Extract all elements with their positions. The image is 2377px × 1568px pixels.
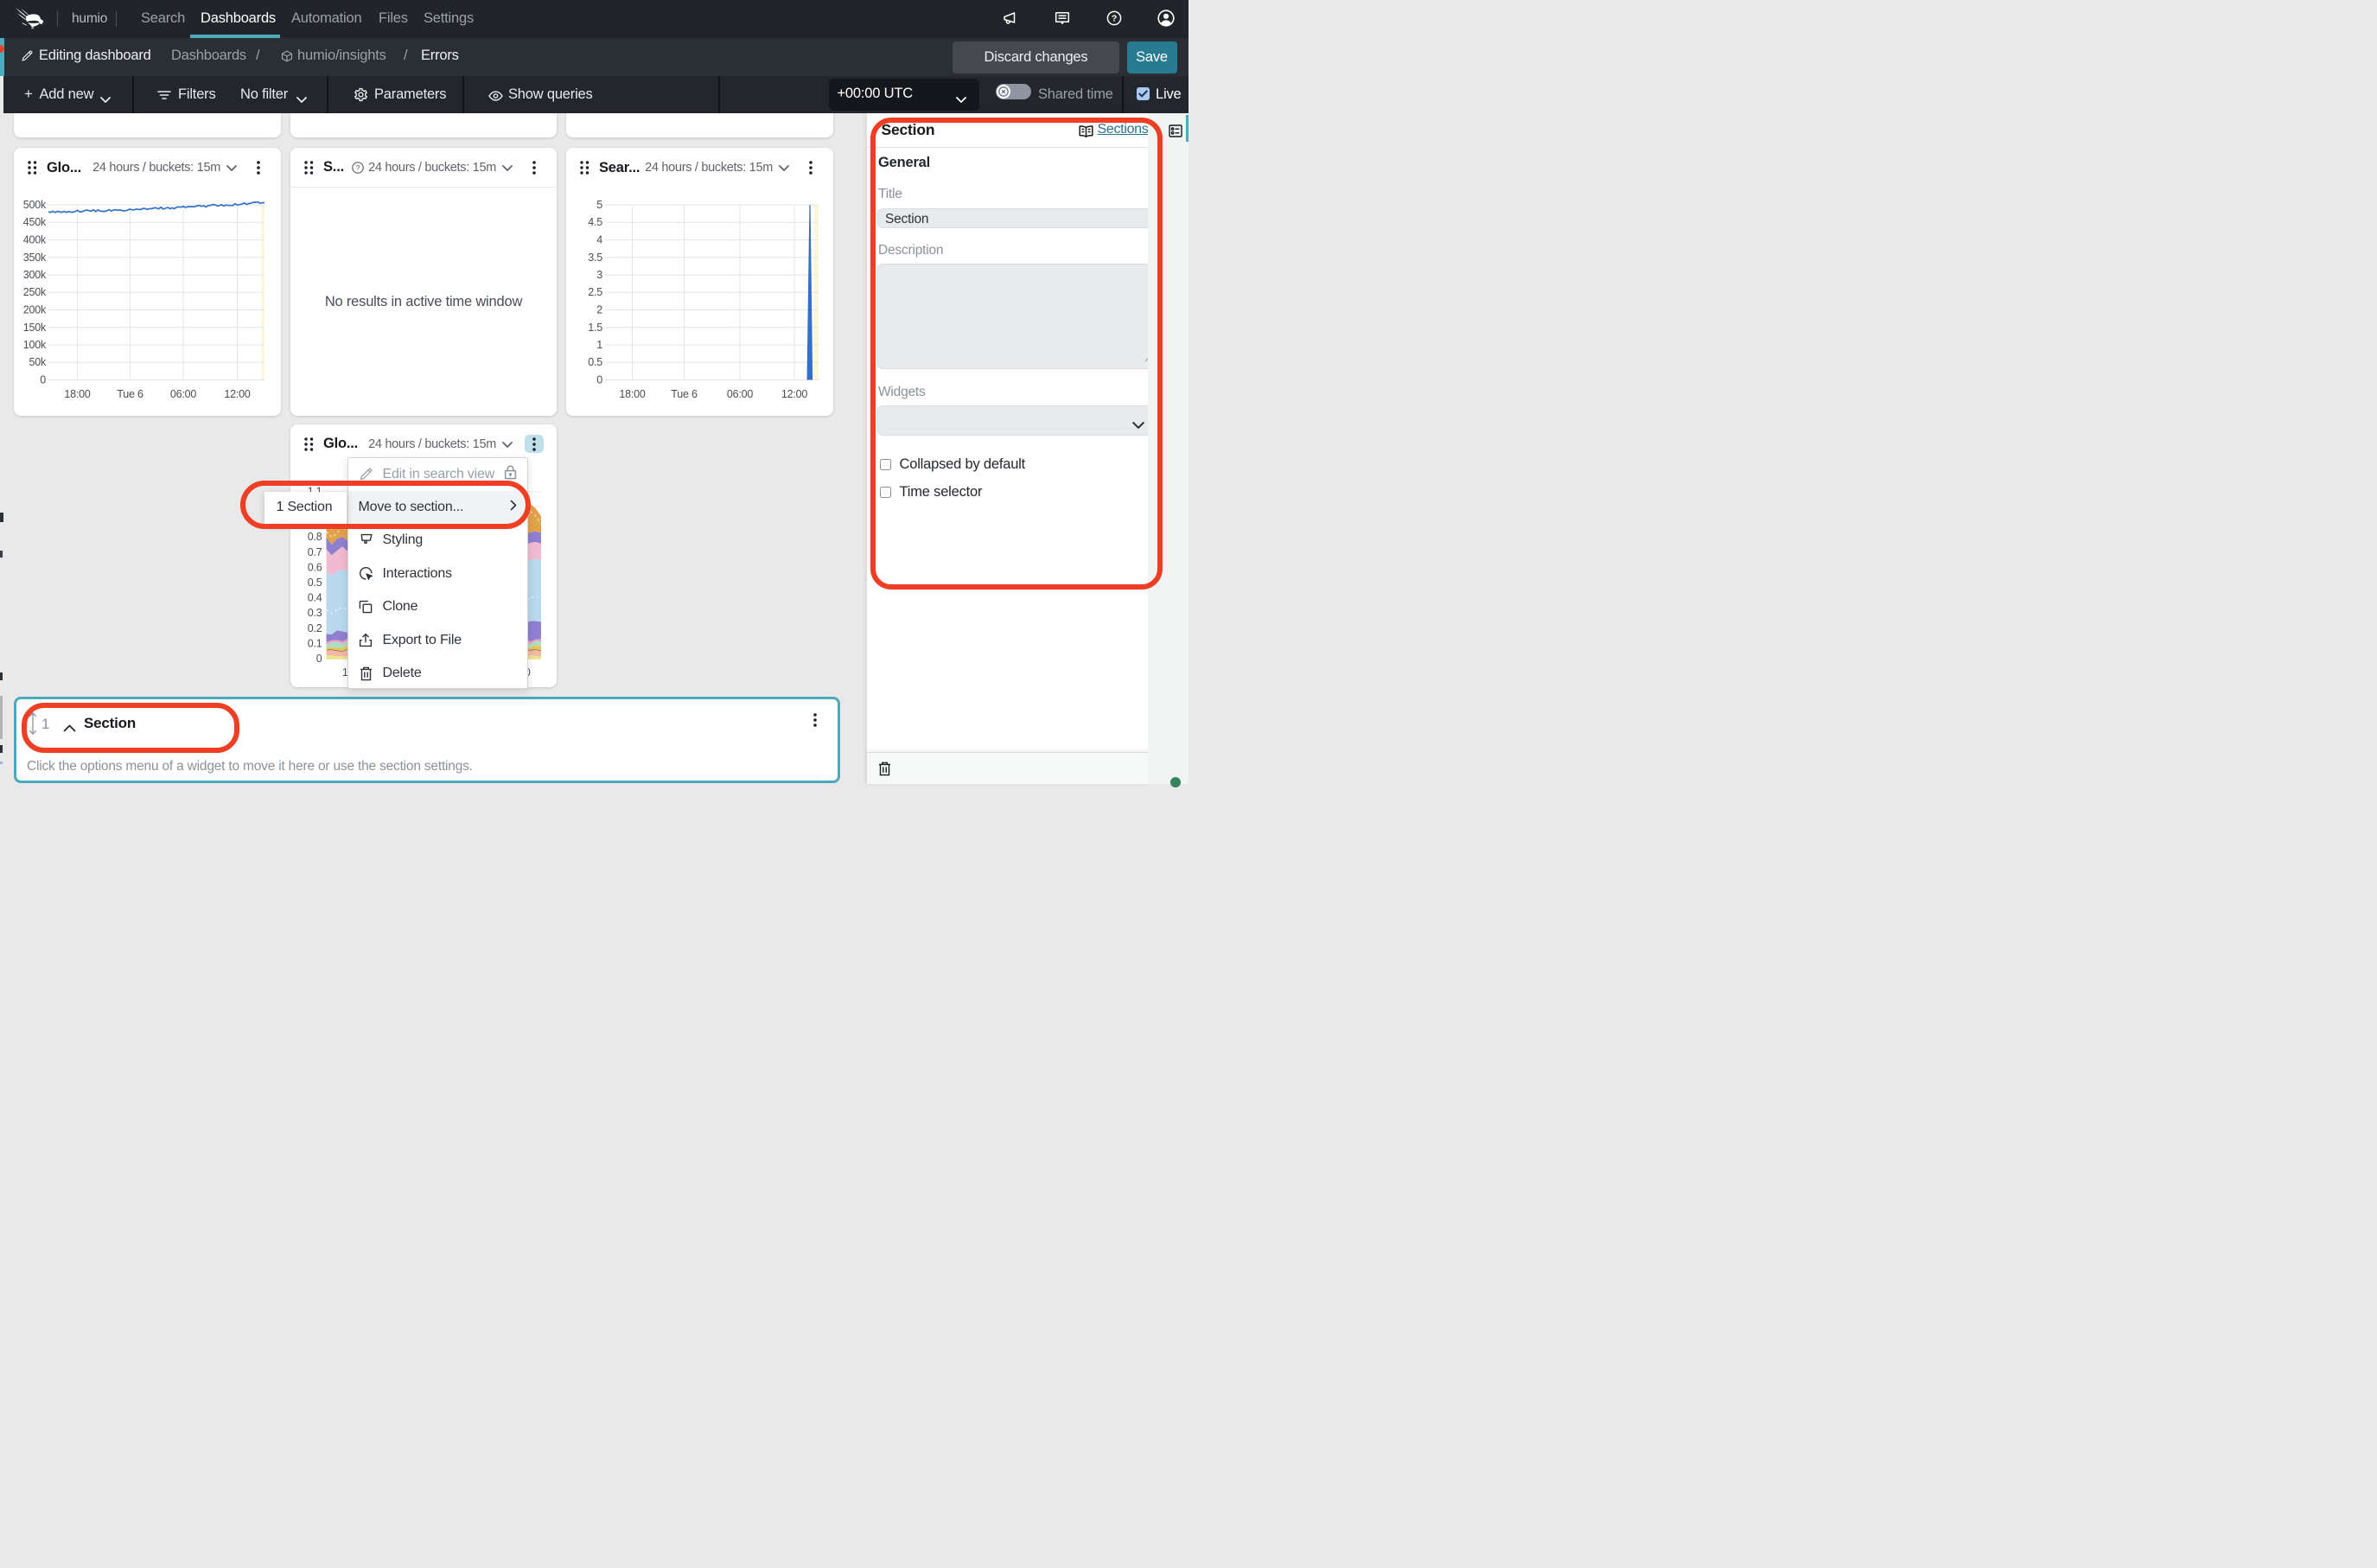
svg-text:18:00: 18:00 xyxy=(64,388,91,400)
svg-text:3.5: 3.5 xyxy=(588,252,602,264)
svg-text:0.5: 0.5 xyxy=(588,356,602,368)
svg-text:0: 0 xyxy=(596,374,602,386)
svg-text:500k: 500k xyxy=(23,199,47,211)
svg-text:?: ? xyxy=(356,163,360,172)
svg-text:350k: 350k xyxy=(23,252,47,264)
svg-text:300k: 300k xyxy=(23,269,47,281)
svg-text:150k: 150k xyxy=(23,322,47,334)
svg-text:2.5: 2.5 xyxy=(588,286,602,298)
svg-text:06:00: 06:00 xyxy=(727,388,754,400)
svg-text:1.5: 1.5 xyxy=(588,322,602,334)
svg-text:0.7: 0.7 xyxy=(308,545,322,558)
svg-text:Tue 6: Tue 6 xyxy=(671,388,698,400)
svg-text:0: 0 xyxy=(316,653,322,665)
svg-text:2: 2 xyxy=(596,304,602,316)
svg-text:0.5: 0.5 xyxy=(308,577,322,589)
svg-text:5: 5 xyxy=(596,199,602,211)
svg-text:0.4: 0.4 xyxy=(308,591,322,603)
svg-text:0.3: 0.3 xyxy=(308,607,322,619)
svg-text:0.8: 0.8 xyxy=(308,531,322,543)
svg-text:0: 0 xyxy=(40,374,46,386)
svg-text:250k: 250k xyxy=(23,286,47,298)
svg-text:50k: 50k xyxy=(29,356,47,368)
svg-text:12:00: 12:00 xyxy=(781,388,808,400)
svg-text:18:00: 18:00 xyxy=(619,388,646,400)
svg-text:100k: 100k xyxy=(23,339,47,351)
svg-text:0.2: 0.2 xyxy=(308,621,322,634)
svg-text:4: 4 xyxy=(596,234,602,246)
svg-text:3: 3 xyxy=(596,269,602,281)
svg-text:0.6: 0.6 xyxy=(308,561,322,573)
svg-text:450k: 450k xyxy=(23,216,47,228)
svg-text:0.1: 0.1 xyxy=(308,637,322,649)
svg-text:200k: 200k xyxy=(23,304,47,316)
svg-text:400k: 400k xyxy=(23,234,47,246)
svg-text:12:00: 12:00 xyxy=(224,388,251,400)
svg-text:4.5: 4.5 xyxy=(588,216,602,228)
svg-text:1: 1 xyxy=(596,339,602,351)
svg-text:Tue 6: Tue 6 xyxy=(117,388,143,400)
svg-text:?: ? xyxy=(1112,14,1117,24)
svg-text:06:00: 06:00 xyxy=(170,388,197,400)
